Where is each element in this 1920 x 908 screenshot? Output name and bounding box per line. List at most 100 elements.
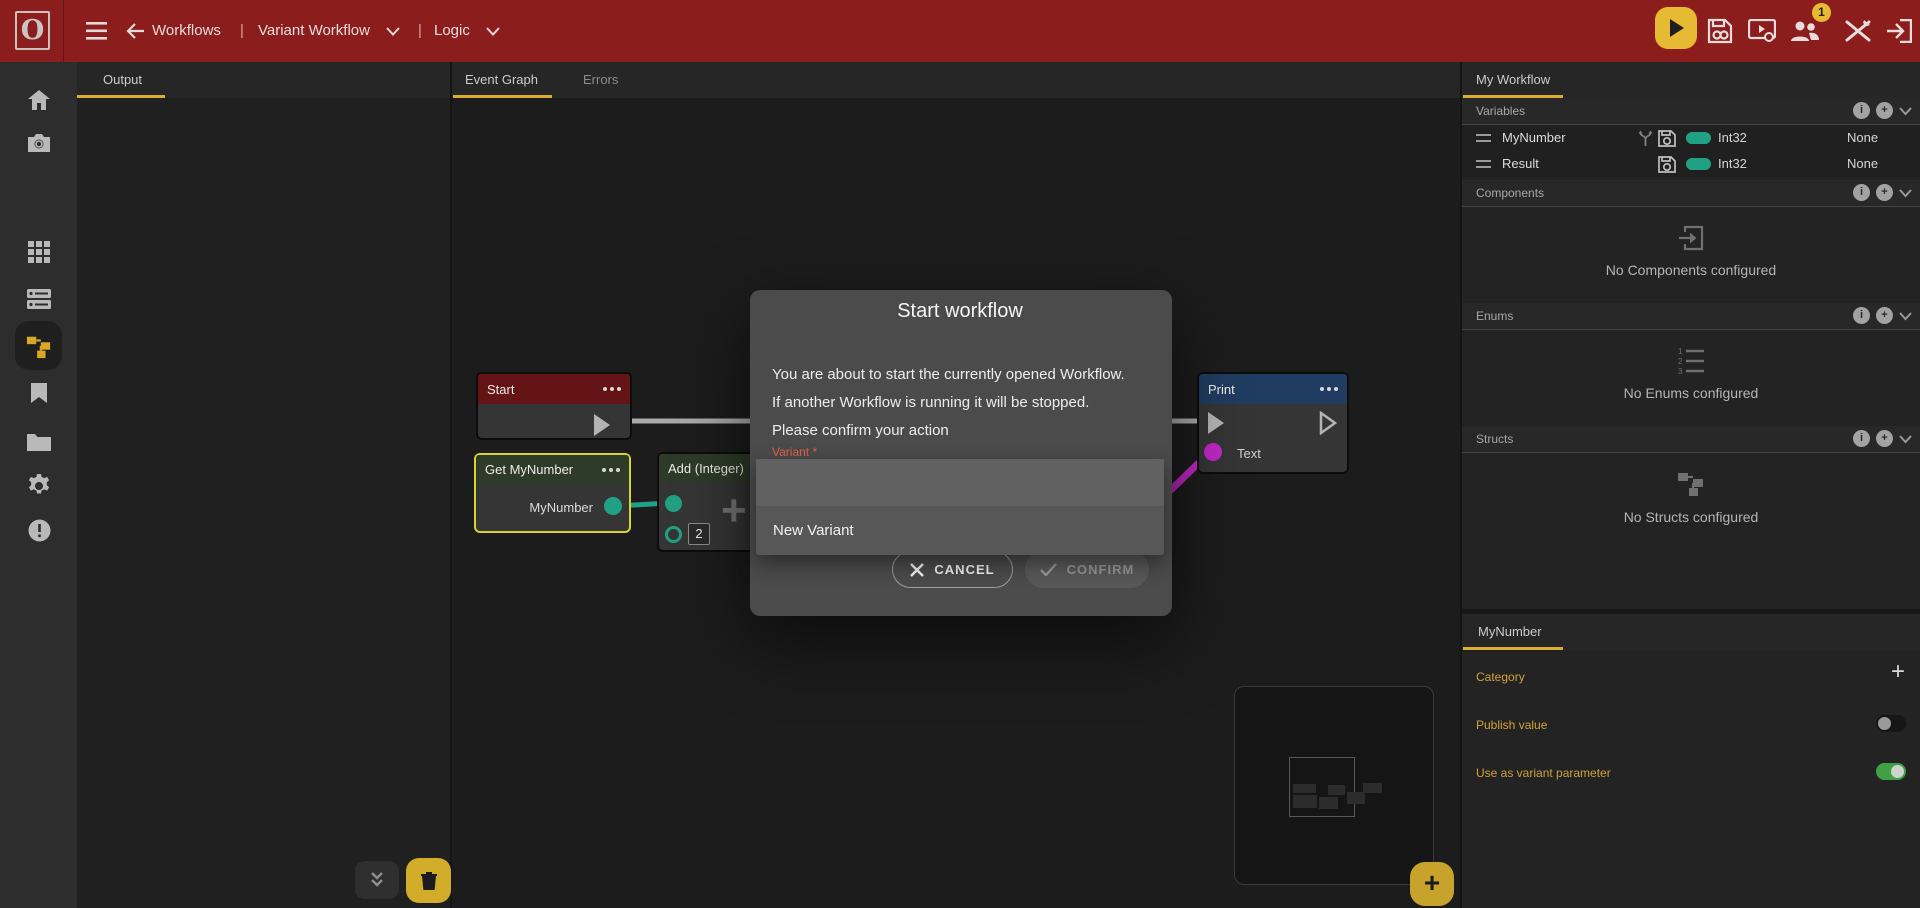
close-icon — [910, 563, 924, 577]
breadcrumb-variant-workflow[interactable]: Variant Workflow — [258, 0, 370, 62]
node-print[interactable]: Print Text — [1197, 372, 1349, 474]
sidebar-item-bookmarks[interactable] — [26, 380, 52, 406]
cancel-button-label: CANCEL — [934, 562, 994, 577]
node-menu-icon[interactable] — [1320, 387, 1338, 391]
chevron-down-icon[interactable] — [1899, 189, 1912, 198]
sidebar-item-camera[interactable] — [26, 130, 52, 156]
node-title: Print — [1208, 382, 1320, 397]
node-title: Get MyNumber — [485, 462, 602, 477]
folder-icon — [27, 432, 51, 451]
input-pin-b[interactable] — [665, 526, 682, 543]
sidebar-item-home[interactable] — [26, 87, 52, 113]
tab-my-workflow[interactable]: My Workflow — [1476, 62, 1550, 98]
chevron-down-icon[interactable] — [386, 27, 400, 36]
info-icon[interactable]: i — [1853, 184, 1870, 201]
publish-link-icon — [1658, 130, 1677, 147]
sidebar-item-apps[interactable] — [26, 239, 52, 265]
sidebar-item-devices[interactable] — [26, 286, 52, 312]
node-print-header[interactable]: Print — [1199, 374, 1347, 404]
sidebar-item-alerts[interactable] — [26, 517, 52, 543]
variable-row-mynumber[interactable]: MyNumber Int32 None — [1462, 125, 1920, 151]
components-empty-icon — [1677, 224, 1705, 252]
literal-value-field[interactable]: 2 — [688, 523, 710, 545]
add-struct-icon[interactable]: + — [1876, 430, 1893, 447]
variant-option-new[interactable]: New Variant — [756, 506, 1164, 555]
workflow-panel: Variables i + MyNumber Int32 None — [1462, 62, 1920, 908]
publish-value-toggle[interactable] — [1876, 715, 1906, 732]
tab-event-graph[interactable]: Event Graph — [465, 62, 538, 98]
main-sidebar — [0, 62, 77, 908]
users-icon[interactable] — [1790, 20, 1820, 42]
variable-type: Int32 — [1718, 151, 1747, 177]
add-component-icon[interactable]: + — [1876, 184, 1893, 201]
tab-inspector-mynumber[interactable]: MyNumber — [1478, 614, 1542, 650]
minimap[interactable] — [1234, 686, 1434, 885]
variable-name: Result — [1502, 151, 1539, 177]
grid-icon — [28, 241, 50, 263]
components-section-header: Components i + — [1462, 180, 1920, 206]
dialog-title: Start workflow — [0, 300, 1920, 323]
node-get-mynumber-header[interactable]: Get MyNumber — [476, 455, 629, 484]
variant-field-label: Variant * — [772, 445, 817, 459]
chevron-down-icon[interactable] — [486, 27, 500, 36]
node-start-header[interactable]: Start — [478, 374, 630, 404]
tab-output[interactable]: Output — [103, 62, 142, 98]
variable-row-result[interactable]: Result Int32 None — [1462, 151, 1920, 177]
exec-out-pin[interactable] — [1318, 411, 1338, 435]
sidebar-item-files[interactable] — [26, 428, 52, 454]
variant-option-empty[interactable] — [756, 459, 1164, 506]
check-icon — [1040, 563, 1057, 576]
svg-text:1: 1 — [1678, 347, 1683, 356]
sidebar-item-workflows[interactable] — [26, 333, 52, 359]
input-pin-a[interactable] — [665, 495, 682, 512]
confirm-button-label: CONFIRM — [1067, 562, 1135, 577]
add-node-button[interactable]: + — [1410, 862, 1454, 906]
runtime-settings-icon[interactable] — [1748, 19, 1776, 43]
exec-out-pin[interactable] — [592, 413, 612, 437]
svg-text:3: 3 — [1678, 367, 1683, 374]
cancel-button[interactable]: CANCEL — [892, 551, 1013, 588]
node-start[interactable]: Start — [476, 372, 632, 440]
section-title: Structs — [1476, 426, 1513, 452]
info-icon[interactable]: i — [1853, 430, 1870, 447]
structs-empty-text: No Structs configured — [1462, 509, 1920, 525]
back-arrow-icon[interactable] — [126, 21, 146, 41]
save-link-icon[interactable] — [1707, 18, 1733, 44]
output-pin[interactable] — [604, 497, 622, 515]
exec-in-pin[interactable] — [1206, 411, 1226, 435]
drag-handle-icon[interactable] — [1476, 160, 1491, 168]
app-window: Output Event Graph Errors Start — [0, 0, 1920, 908]
drag-handle-icon[interactable] — [1476, 134, 1491, 142]
edit-tools-icon[interactable] — [1845, 19, 1871, 43]
app-logo[interactable]: O — [15, 11, 50, 50]
chevron-down-icon[interactable] — [1899, 107, 1912, 116]
scroll-to-bottom-button[interactable] — [355, 861, 399, 899]
sidebar-item-settings[interactable] — [26, 473, 52, 499]
components-empty-text: No Components configured — [1462, 262, 1920, 278]
run-workflow-button[interactable] — [1655, 7, 1697, 49]
add-category-icon[interactable]: + — [1886, 660, 1910, 684]
variables-section-header: Variables i + — [1462, 98, 1920, 124]
breadcrumb-separator: | — [240, 0, 244, 62]
breadcrumb-logic[interactable]: Logic — [434, 0, 470, 62]
publish-link-icon — [1658, 156, 1677, 173]
dialog-text-line: If another Workflow is running it will b… — [772, 394, 1089, 411]
clear-output-button[interactable] — [406, 858, 451, 903]
tab-my-workflow-underline — [1463, 95, 1563, 98]
enums-empty-icon: 1 2 3 — [1677, 346, 1705, 374]
variant-parameter-toggle[interactable] — [1876, 763, 1906, 780]
exit-icon[interactable] — [1886, 19, 1912, 43]
node-menu-icon[interactable] — [603, 387, 621, 391]
confirm-button[interactable]: CONFIRM — [1025, 551, 1149, 588]
chevron-down-icon[interactable] — [1899, 435, 1912, 444]
tab-errors[interactable]: Errors — [583, 62, 618, 98]
info-icon[interactable]: i — [1853, 102, 1870, 119]
breadcrumb-workflows[interactable]: Workflows — [152, 0, 221, 62]
text-input-pin[interactable] — [1204, 443, 1222, 461]
menu-icon[interactable] — [86, 22, 107, 40]
add-variable-icon[interactable]: + — [1876, 102, 1893, 119]
node-get-mynumber[interactable]: Get MyNumber MyNumber — [474, 453, 631, 533]
variable-name: MyNumber — [1502, 125, 1566, 151]
category-label: Category — [1476, 670, 1525, 684]
node-menu-icon[interactable] — [602, 468, 620, 472]
